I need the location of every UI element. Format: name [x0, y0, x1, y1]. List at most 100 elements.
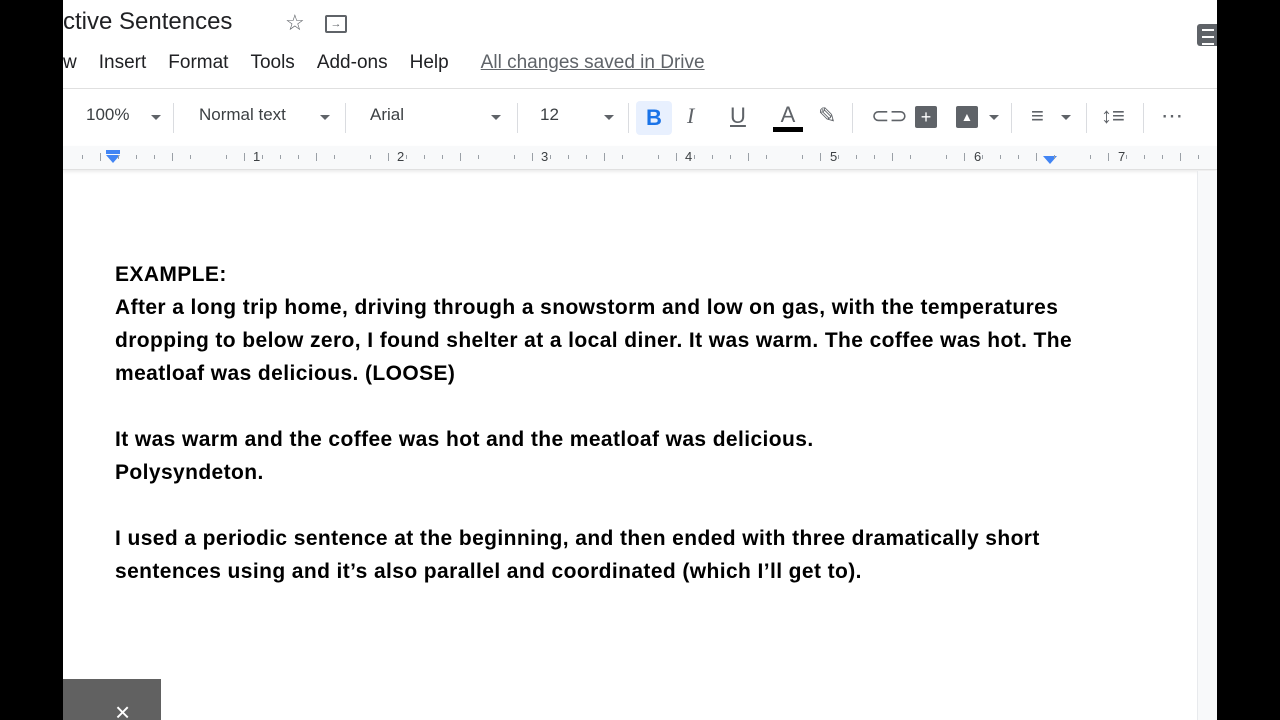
divider [1086, 103, 1087, 133]
zoom-select[interactable]: 100% [86, 105, 129, 125]
ruler-tick [964, 153, 965, 161]
save-status[interactable]: All changes saved in Drive [481, 52, 705, 76]
ruler-tick [1162, 155, 1163, 159]
ruler-tick [712, 155, 713, 159]
ruler-tick [838, 155, 839, 159]
ruler-tick [226, 155, 227, 159]
ruler-tick [946, 155, 947, 159]
divider [1143, 103, 1144, 133]
paragraph[interactable] [115, 390, 1115, 423]
menu-bar: w Insert Format Tools Add-ons Help All c… [63, 52, 727, 76]
document-title[interactable]: ctive Sentences [63, 8, 232, 36]
ruler-tick [856, 155, 857, 159]
line-spacing-icon[interactable]: ↕≡ [1101, 103, 1125, 129]
ruler-label: 1 [253, 149, 261, 164]
ruler-tick [316, 153, 317, 161]
paragraph[interactable] [115, 489, 1115, 522]
ruler-tick [1018, 155, 1019, 159]
italic-button[interactable]: I [687, 103, 694, 129]
ruler-tick [658, 155, 659, 159]
ruler-tick [442, 155, 443, 159]
chevron-down-icon[interactable] [491, 115, 501, 120]
ruler-tick [982, 155, 983, 159]
menu-addons[interactable]: Add-ons [317, 52, 388, 76]
ruler-tick [118, 155, 119, 159]
chevron-down-icon[interactable] [604, 115, 614, 120]
divider [628, 103, 629, 133]
ruler-tick [1198, 155, 1199, 159]
ruler-tick [676, 153, 677, 161]
ruler-tick [730, 155, 731, 159]
bold-button[interactable]: B [636, 101, 672, 135]
divider [517, 103, 518, 133]
more-options-button[interactable]: ⋯ [1161, 103, 1183, 129]
insert-image-icon[interactable]: ▲ [956, 106, 978, 128]
menu-tools[interactable]: Tools [250, 52, 294, 76]
divider [852, 103, 853, 133]
ruler-label: 3 [541, 149, 549, 164]
ruler-label: 7 [1118, 149, 1126, 164]
document-body[interactable]: EXAMPLE: After a long trip home, driving… [115, 258, 1115, 588]
ruler-tick [1054, 155, 1055, 159]
move-to-folder-icon[interactable]: → [325, 15, 347, 33]
ruler-tick [910, 155, 911, 159]
font-size-select[interactable]: 12 [540, 105, 559, 125]
chevron-down-icon[interactable] [320, 115, 330, 120]
ruler-tick [820, 153, 821, 161]
ruler-tick [1090, 155, 1091, 159]
ruler-tick [424, 155, 425, 159]
ruler-tick [388, 153, 389, 161]
ruler-tick [244, 153, 245, 161]
ruler-tick [1000, 155, 1001, 159]
link-icon[interactable]: ⊂⊃ [871, 103, 908, 129]
ruler-tick [370, 155, 371, 159]
font-select[interactable]: Arial [370, 105, 404, 125]
ruler-tick [262, 155, 263, 159]
paragraph[interactable]: It was warm and the coffee was hot and t… [115, 423, 1115, 489]
comments-icon[interactable] [1197, 24, 1217, 46]
ruler-tick [748, 153, 749, 161]
ruler-tick [694, 155, 695, 159]
google-docs-window: ctive Sentences ☆ → w Insert Format Tool… [63, 0, 1217, 720]
ruler-label: 2 [397, 149, 405, 164]
star-icon[interactable]: ☆ [285, 10, 305, 36]
ruler-tick [406, 155, 407, 159]
ruler-tick [1180, 153, 1181, 161]
ruler-tick [136, 155, 137, 159]
ruler-tick [766, 155, 767, 159]
chevron-down-icon[interactable] [151, 115, 161, 120]
ruler-tick [802, 155, 803, 159]
ruler-tick [280, 155, 281, 159]
chevron-down-icon[interactable] [1061, 115, 1071, 120]
ruler-tick [154, 155, 155, 159]
ruler-label: 6 [974, 149, 982, 164]
snackbar: × [63, 679, 161, 720]
page-margin [1197, 171, 1217, 720]
ruler-tick [100, 153, 101, 161]
ruler-tick [172, 153, 173, 161]
ruler-tick [1036, 153, 1037, 161]
first-line-indent-handle[interactable] [106, 150, 120, 154]
chevron-down-icon[interactable] [989, 115, 999, 120]
style-select[interactable]: Normal text [199, 105, 286, 125]
text-color-button[interactable]: A [773, 103, 803, 132]
ruler-tick [1108, 153, 1109, 161]
close-icon[interactable]: × [115, 697, 130, 720]
ruler-tick [874, 155, 875, 159]
underline-button[interactable]: U [730, 103, 746, 129]
menu-format[interactable]: Format [168, 52, 228, 76]
divider [1011, 103, 1012, 133]
ruler-label: 5 [830, 149, 838, 164]
align-left-icon[interactable]: ≡ [1031, 103, 1044, 129]
paragraph[interactable]: I used a periodic sentence at the beginn… [115, 522, 1115, 588]
add-comment-icon[interactable]: + [915, 106, 937, 128]
highlight-pen-icon[interactable]: ✎ [818, 103, 836, 129]
ruler-tick [190, 155, 191, 159]
menu-help[interactable]: Help [410, 52, 449, 76]
menu-insert[interactable]: Insert [99, 52, 147, 76]
menu-view[interactable]: w [63, 52, 77, 76]
ruler-tick [604, 153, 605, 161]
ruler[interactable]: 1 2 3 4 5 6 7 [63, 146, 1217, 170]
ruler-label: 4 [685, 149, 693, 164]
paragraph[interactable]: EXAMPLE: After a long trip home, driving… [115, 258, 1115, 390]
